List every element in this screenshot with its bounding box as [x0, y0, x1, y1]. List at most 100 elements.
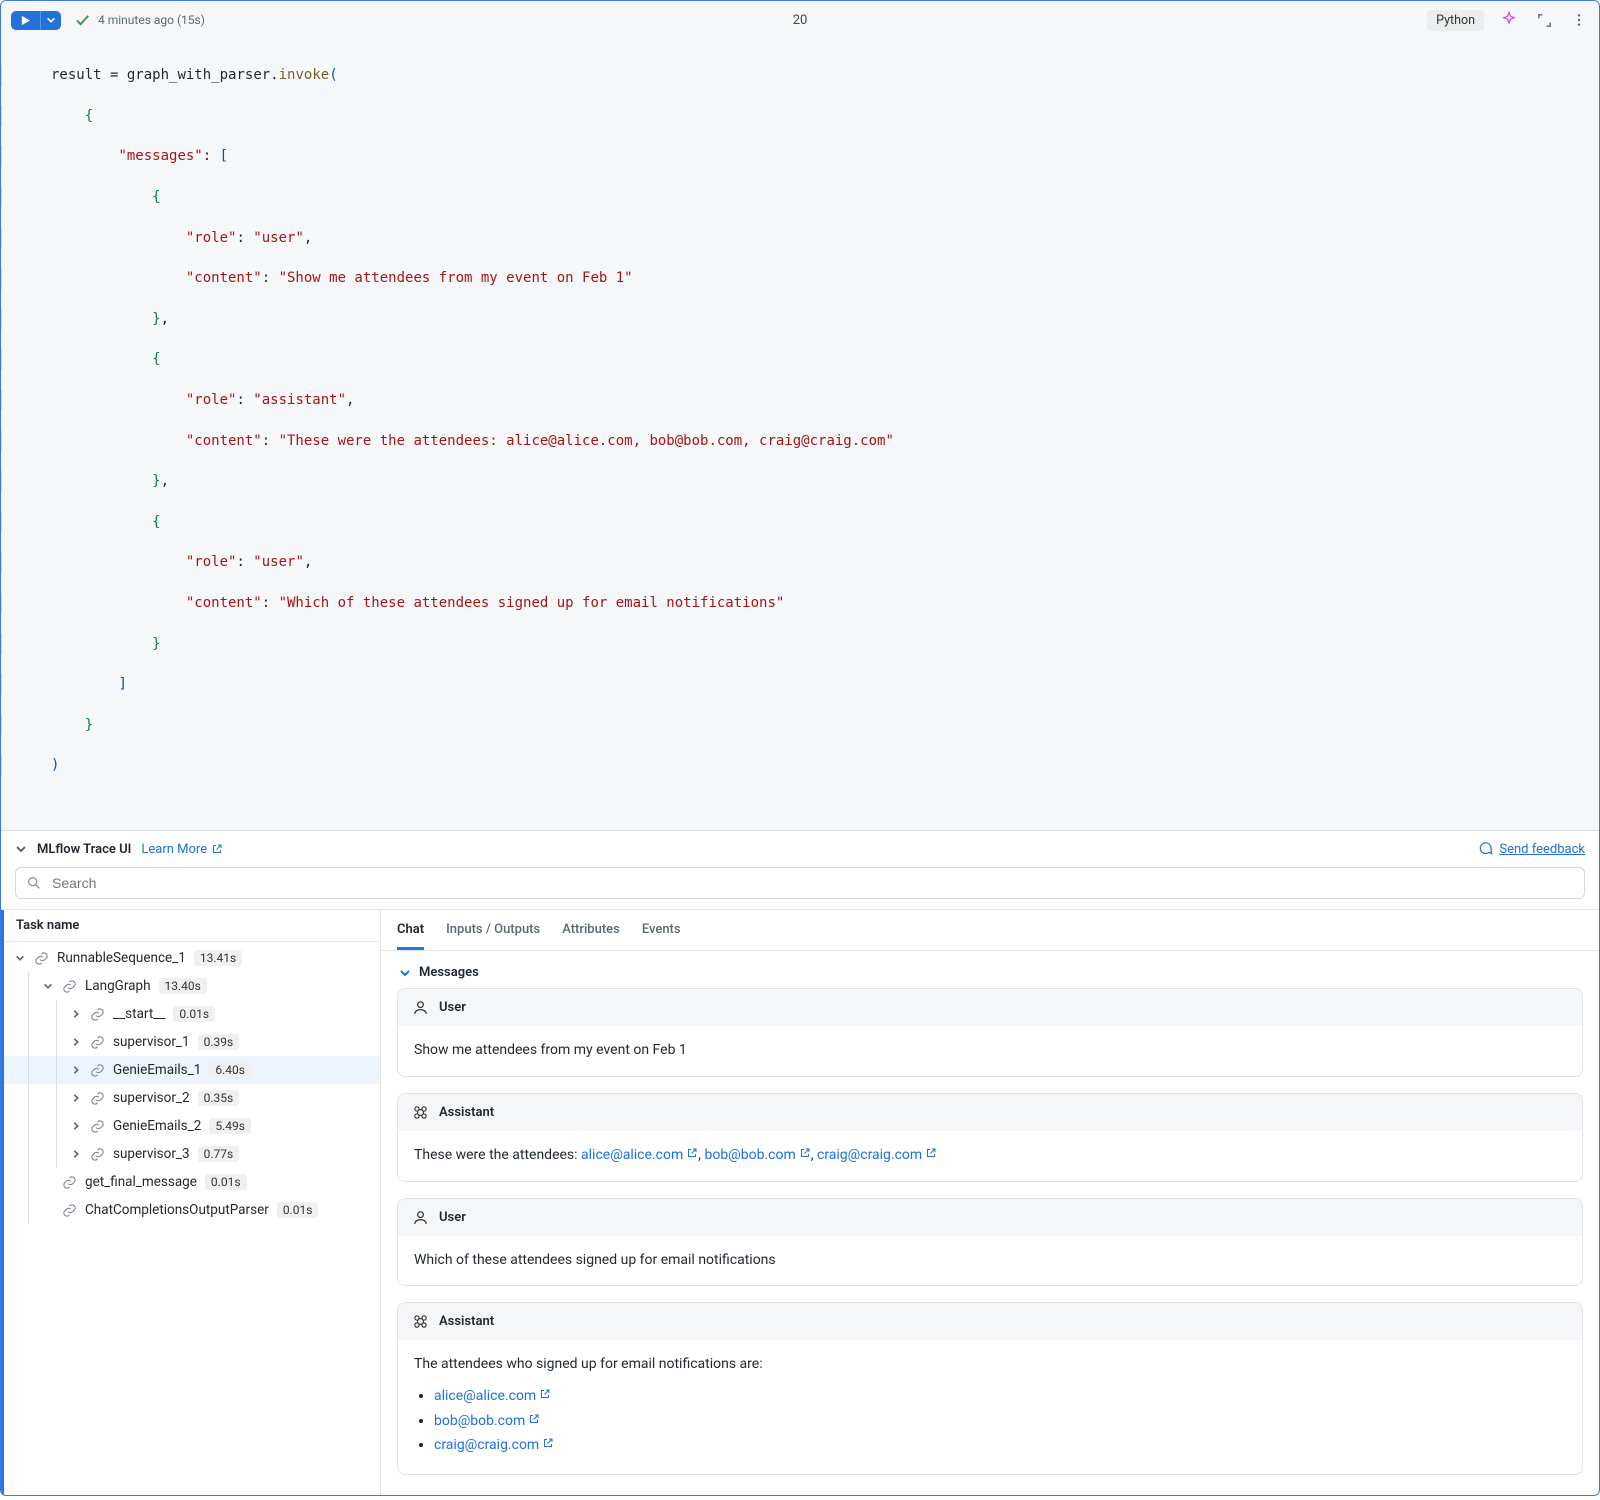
tree-row[interactable]: RunnableSequence_1 13.41s	[4, 944, 380, 972]
search-box[interactable]	[15, 867, 1585, 899]
chain-icon	[90, 1035, 105, 1050]
search-input[interactable]	[50, 874, 1574, 892]
chevron-down-icon[interactable]	[15, 843, 27, 855]
chain-icon	[90, 1063, 105, 1078]
expand-icon[interactable]	[70, 1065, 82, 1075]
detail-pane: Chat Inputs / Outputs Attributes Events …	[381, 910, 1599, 1495]
detail-tabs: Chat Inputs / Outputs Attributes Events	[381, 910, 1599, 951]
tab-chat[interactable]: Chat	[397, 910, 424, 950]
chain-icon	[90, 1091, 105, 1106]
learn-more-link[interactable]: Learn More	[141, 842, 223, 857]
send-feedback-link[interactable]: Send feedback	[1477, 841, 1585, 857]
email-link[interactable]: bob@bob.com	[434, 1413, 540, 1429]
message-role-header: Assistant	[398, 1094, 1582, 1131]
duration-pill: 5.49s	[209, 1118, 251, 1134]
tree-row[interactable]: supervisor_1 0.39s	[4, 1028, 380, 1056]
message-body: The attendees who signed up for email no…	[398, 1340, 1582, 1474]
task-tree: RunnableSequence_1 13.41s LangGraph 13.4…	[4, 942, 380, 1226]
message-body: Which of these attendees signed up for e…	[398, 1236, 1582, 1286]
tab-attributes[interactable]: Attributes	[562, 910, 620, 950]
email-link[interactable]: alice@alice.com	[434, 1388, 551, 1404]
expand-icon[interactable]	[42, 981, 54, 991]
user-icon	[412, 1209, 429, 1226]
chevron-down-icon	[399, 967, 411, 979]
duration-pill: 0.77s	[198, 1146, 240, 1162]
email-link[interactable]: craig@craig.com	[817, 1147, 937, 1163]
duration-pill: 0.01s	[205, 1174, 247, 1190]
chain-icon	[90, 1119, 105, 1134]
role-label: Assistant	[439, 1314, 494, 1329]
duration-pill: 6.40s	[209, 1062, 251, 1078]
tree-node-name: LangGraph	[85, 978, 151, 994]
messages-list: User Show me attendees from my event on …	[381, 988, 1599, 1495]
external-link-icon	[211, 843, 223, 855]
play-icon	[20, 15, 31, 26]
message-card: Assistant These were the attendees: alic…	[397, 1093, 1583, 1182]
expand-icon[interactable]	[70, 1149, 82, 1159]
cell-right-tools: Python	[1427, 9, 1589, 31]
message-card: User Which of these attendees signed up …	[397, 1198, 1583, 1287]
role-label: Assistant	[439, 1105, 494, 1120]
message-role-header: User	[398, 1199, 1582, 1236]
message-body: Show me attendees from my event on Feb 1	[398, 1026, 1582, 1076]
comment-icon	[1477, 841, 1493, 857]
tree-node-name: ChatCompletionsOutputParser	[85, 1202, 269, 1218]
tree-row[interactable]: GenieEmails_1 6.40s	[4, 1056, 380, 1084]
tree-node-name: supervisor_3	[113, 1146, 190, 1162]
tab-events[interactable]: Events	[642, 910, 681, 950]
role-label: User	[439, 1000, 466, 1015]
cell-number: 20	[793, 13, 808, 28]
tree-row[interactable]: GenieEmails_2 5.49s	[4, 1112, 380, 1140]
user-icon	[412, 999, 429, 1016]
expand-icon[interactable]	[70, 1121, 82, 1131]
chain-icon	[90, 1007, 105, 1022]
expand-icon[interactable]	[14, 953, 26, 963]
duration-pill: 13.40s	[159, 978, 207, 994]
tree-node-name: GenieEmails_1	[113, 1062, 201, 1078]
tree-row[interactable]: LangGraph 13.40s	[4, 972, 380, 1000]
message-role-header: Assistant	[398, 1303, 1582, 1340]
chain-icon	[34, 951, 49, 966]
message-card: Assistant The attendees who signed up fo…	[397, 1302, 1583, 1475]
run-dropdown-button[interactable]	[40, 11, 61, 30]
email-link[interactable]: bob@bob.com	[704, 1147, 810, 1163]
search-icon	[26, 875, 42, 891]
email-link[interactable]: craig@craig.com	[434, 1437, 554, 1453]
kebab-menu-icon[interactable]	[1569, 10, 1589, 30]
tree-row[interactable]: get_final_message 0.01s	[4, 1168, 380, 1196]
expand-icon[interactable]	[1534, 10, 1555, 31]
trace-title: MLflow Trace UI	[37, 842, 131, 857]
chevron-down-icon	[46, 15, 56, 25]
email-link[interactable]: alice@alice.com	[581, 1147, 698, 1163]
expand-icon[interactable]	[70, 1037, 82, 1047]
tree-row[interactable]: ChatCompletionsOutputParser 0.01s	[4, 1196, 380, 1224]
duration-pill: 13.41s	[194, 950, 242, 966]
run-button[interactable]	[11, 11, 40, 30]
duration-pill: 0.01s	[277, 1202, 319, 1218]
tree-row[interactable]: supervisor_3 0.77s	[4, 1140, 380, 1168]
trace-header: MLflow Trace UI Learn More Send feedback	[1, 831, 1599, 867]
chain-icon	[62, 1175, 77, 1190]
expand-icon[interactable]	[70, 1093, 82, 1103]
cell-toolbar: 4 minutes ago (15s) 20 Python	[1, 1, 1599, 37]
message-card: User Show me attendees from my event on …	[397, 988, 1583, 1077]
message-body: These were the attendees: alice@alice.co…	[398, 1131, 1582, 1181]
notebook-cell: 4 minutes ago (15s) 20 Python result = g…	[0, 0, 1600, 1496]
task-tree-pane: Task name RunnableSequence_1 13.41s Lang…	[1, 910, 381, 1495]
messages-header[interactable]: Messages	[381, 951, 1599, 988]
tree-row[interactable]: __start__ 0.01s	[4, 1000, 380, 1028]
tree-node-name: __start__	[113, 1006, 165, 1022]
language-pill[interactable]: Python	[1427, 10, 1484, 31]
role-label: User	[439, 1210, 466, 1225]
duration-pill: 0.01s	[173, 1006, 215, 1022]
expand-icon[interactable]	[70, 1009, 82, 1019]
task-name-header: Task name	[4, 910, 380, 942]
tree-row[interactable]: supervisor_2 0.35s	[4, 1084, 380, 1112]
run-button-group	[11, 11, 61, 30]
tree-node-name: supervisor_2	[113, 1090, 190, 1106]
tab-inputs-outputs[interactable]: Inputs / Outputs	[446, 910, 540, 950]
duration-pill: 0.35s	[198, 1090, 240, 1106]
assistant-icon[interactable]	[1498, 9, 1520, 31]
code-editor[interactable]: result = graph_with_parser.invoke( { "me…	[1, 37, 1599, 830]
trace-panel: MLflow Trace UI Learn More Send feedback…	[1, 830, 1599, 1495]
